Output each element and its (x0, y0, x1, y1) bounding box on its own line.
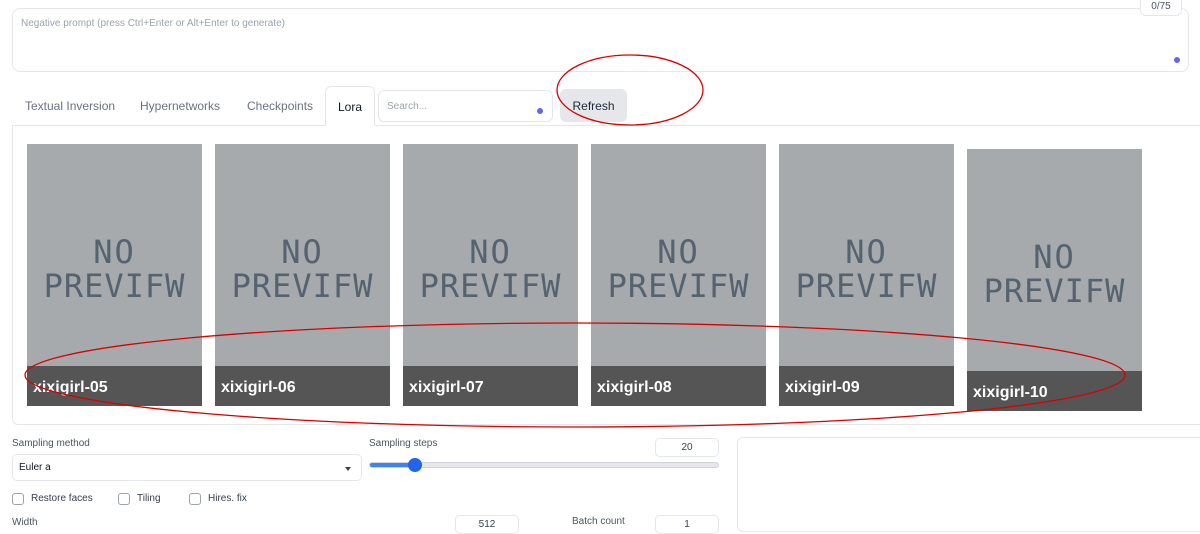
sampling-method-value: Euler a (19, 462, 51, 473)
no-preview-line1: NO (469, 233, 512, 271)
no-preview-line1: NO (657, 233, 700, 271)
token-counter: 0/75 (1140, 0, 1182, 16)
card-name: xixigirl-05 (33, 379, 108, 396)
no-preview-image: NO PREVIFW (779, 236, 954, 302)
sampling-method-select[interactable]: Euler a (12, 454, 362, 481)
no-preview-line2: PREVIFW (419, 267, 562, 305)
no-preview-line2: PREVIFW (43, 267, 186, 305)
slider-thumb[interactable] (408, 458, 423, 472)
lora-card[interactable]: NO PREVIFW xixigirl-06 (215, 144, 390, 406)
refresh-button[interactable]: Refresh (560, 89, 627, 122)
width-label: Width (12, 517, 38, 528)
no-preview-line1: NO (845, 233, 888, 271)
no-preview-image: NO PREVIFW (591, 236, 766, 302)
no-preview-line2: PREVIFW (983, 272, 1126, 310)
no-preview-line2: PREVIFW (607, 267, 750, 305)
lora-card[interactable]: NO PREVIFW xixigirl-07 (403, 144, 578, 406)
no-preview-line1: NO (281, 233, 324, 271)
search-status-dot (537, 108, 543, 114)
card-name-bar: xixigirl-05 (27, 366, 202, 406)
card-name-bar: xixigirl-06 (215, 366, 390, 406)
no-preview-line2: PREVIFW (795, 267, 938, 305)
checkbox-label: Restore faces (31, 493, 93, 504)
search-input[interactable] (378, 90, 553, 122)
card-name-bar: xixigirl-08 (591, 366, 766, 406)
checkbox-box[interactable] (12, 493, 24, 505)
sampling-method-label: Sampling method (12, 438, 90, 449)
card-name: xixigirl-09 (785, 379, 860, 396)
negative-prompt-field[interactable]: Negative prompt (press Ctrl+Enter or Alt… (12, 8, 1189, 72)
card-name: xixigirl-10 (973, 384, 1048, 401)
batch-count-label: Batch count (572, 516, 625, 527)
no-preview-image: NO PREVIFW (967, 241, 1142, 307)
no-preview-image: NO PREVIFW (215, 236, 390, 302)
output-gallery-panel (737, 437, 1200, 532)
sampling-steps-slider[interactable] (369, 458, 719, 472)
negative-prompt-placeholder: Negative prompt (press Ctrl+Enter or Alt… (21, 18, 286, 29)
lora-card[interactable]: NO PREVIFW xixigirl-08 (591, 144, 766, 406)
checkbox-label: Tiling (137, 493, 161, 504)
lora-card[interactable]: NO PREVIFW xixigirl-09 (779, 144, 954, 406)
checkbox-label: Hires. fix (208, 493, 247, 504)
card-name: xixigirl-06 (221, 379, 296, 396)
no-preview-image: NO PREVIFW (403, 236, 578, 302)
tab-textual-inversion[interactable]: Textual Inversion (25, 86, 115, 126)
card-name-bar: xixigirl-07 (403, 366, 578, 406)
prompt-status-dot (1174, 57, 1180, 63)
tab-hypernetworks[interactable]: Hypernetworks (140, 86, 220, 126)
card-name-bar: xixigirl-10 (967, 371, 1142, 411)
checkbox-box[interactable] (118, 493, 130, 505)
chevron-down-icon (345, 467, 351, 471)
no-preview-line2: PREVIFW (231, 267, 374, 305)
card-name: xixigirl-07 (409, 379, 484, 396)
sampling-steps-label: Sampling steps (369, 438, 438, 449)
card-name: xixigirl-08 (597, 379, 672, 396)
lora-card[interactable]: NO PREVIFW xixigirl-05 (27, 144, 202, 406)
no-preview-line1: NO (93, 233, 136, 271)
no-preview-image: NO PREVIFW (27, 236, 202, 302)
card-name-bar: xixigirl-09 (779, 366, 954, 406)
checkbox-box[interactable] (189, 493, 201, 505)
no-preview-line1: NO (1033, 238, 1076, 276)
tab-lora[interactable]: Lora (325, 86, 376, 126)
lora-card[interactable]: NO PREVIFW xixigirl-10 (967, 149, 1142, 411)
sampling-steps-input[interactable]: 20 (655, 438, 719, 457)
tab-checkpoints[interactable]: Checkpoints (247, 86, 313, 126)
